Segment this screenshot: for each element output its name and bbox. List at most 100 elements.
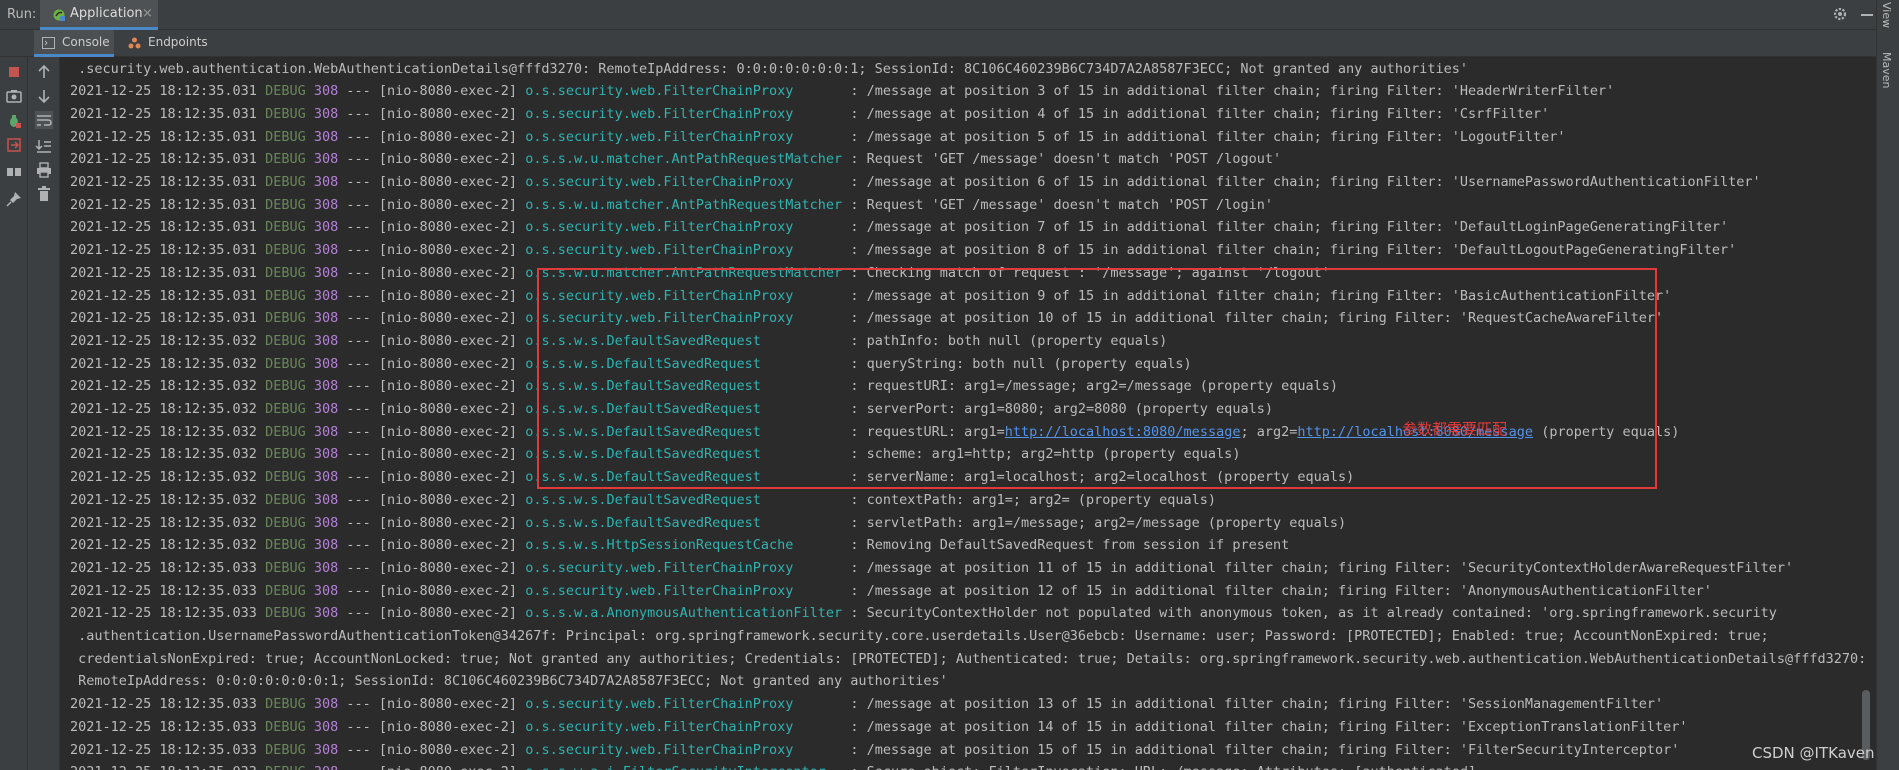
log-thread: [nio-8080-exec-2] <box>378 605 526 622</box>
log-thread: [nio-8080-exec-2] <box>378 196 526 213</box>
log-message: : /message at position 13 of 15 in addit… <box>850 696 1664 713</box>
log-timestamp: 2021-12-25 18:12:35.032 <box>70 355 266 372</box>
log-level: DEBUG <box>265 741 314 758</box>
log-pid: 308 <box>313 423 347 440</box>
log-message: : Removing DefaultSavedRequest from sess… <box>850 537 1290 554</box>
log-thread: [nio-8080-exec-2] <box>378 423 526 440</box>
minimize-icon[interactable] <box>1861 14 1873 16</box>
log-level: DEBUG <box>265 718 314 735</box>
log-thread: [nio-8080-exec-2] <box>378 401 526 417</box>
log-separator: --- <box>346 582 379 599</box>
log-line: 2021-12-25 18:12:35.031 DEBUG 308 --- [n… <box>70 171 1761 193</box>
log-separator: --- <box>346 128 379 145</box>
log-timestamp: 2021-12-25 18:12:35.031 <box>70 310 266 327</box>
log-line: 2021-12-25 18:12:35.032 DEBUG 308 --- [n… <box>70 489 1216 511</box>
log-level: DEBUG <box>265 310 314 327</box>
log-line: 2021-12-25 18:12:35.033 DEBUG 308 --- [n… <box>70 693 1663 715</box>
log-line: 2021-12-25 18:12:35.031 DEBUG 308 --- [n… <box>70 80 1614 102</box>
trash-icon[interactable] <box>35 185 53 203</box>
log-timestamp: 2021-12-25 18:12:35.032 <box>70 537 266 554</box>
log-level: DEBUG <box>265 469 314 486</box>
scroll-to-end-icon[interactable] <box>35 137 53 155</box>
log-pid: 308 <box>313 242 347 259</box>
log-message: : /message at position 5 of 15 in additi… <box>850 128 1566 145</box>
tab-application-label: Application <box>70 6 143 21</box>
gear-icon[interactable] <box>1832 6 1848 22</box>
log-level: DEBUG <box>265 83 314 100</box>
log-logger: o.s.s.w.s.DefaultSavedRequest <box>525 491 851 508</box>
log-thread: [nio-8080-exec-2] <box>378 696 526 713</box>
log-thread: [nio-8080-exec-2] <box>378 718 526 735</box>
log-timestamp: 2021-12-25 18:12:35.031 <box>70 196 266 213</box>
log-logger: o.s.security.web.FilterChainProxy <box>525 696 851 713</box>
log-level: DEBUG <box>265 764 314 770</box>
log-logger: o.s.security.web.FilterChainProxy <box>525 242 851 259</box>
log-pid: 308 <box>313 151 347 168</box>
log-line: 2021-12-25 18:12:35.032 DEBUG 308 --- [n… <box>70 512 1346 534</box>
log-message: : Request 'GET /message' doesn't match '… <box>850 196 1273 213</box>
log-message: : /message at position 12 of 15 in addit… <box>850 582 1712 599</box>
log-timestamp: 2021-12-25 18:12:35.032 <box>70 514 266 531</box>
log-level: DEBUG <box>265 401 314 417</box>
exit-icon[interactable] <box>5 136 23 154</box>
log-message: : SecurityContextHolder not populated wi… <box>850 605 1777 622</box>
soft-wrap-icon[interactable] <box>35 111 53 129</box>
log-separator: --- <box>346 514 379 531</box>
tab-console[interactable]: Console <box>34 30 114 57</box>
log-separator: --- <box>346 718 379 735</box>
log-pid: 308 <box>313 741 347 758</box>
log-timestamp: 2021-12-25 18:12:35.031 <box>70 128 266 145</box>
log-level: DEBUG <box>265 332 314 349</box>
log-message: : /message at position 6 of 15 in additi… <box>850 174 1761 190</box>
up-arrow-icon[interactable] <box>35 63 53 81</box>
print-icon[interactable] <box>35 161 53 179</box>
pin-icon[interactable] <box>5 190 23 208</box>
log-message: : servletPath: arg1=/message; arg2=/mess… <box>850 514 1347 531</box>
log-message: : /message at position 8 of 15 in additi… <box>850 242 1737 259</box>
log-timestamp: 2021-12-25 18:12:35.031 <box>70 151 266 168</box>
log-thread: [nio-8080-exec-2] <box>378 537 526 554</box>
log-separator: --- <box>346 537 379 554</box>
run-label: Run: <box>7 7 37 22</box>
run-toolwindow-header: Run: Application × <box>0 0 1899 30</box>
log-level: DEBUG <box>265 196 314 213</box>
log-pid: 308 <box>313 582 347 599</box>
layout-icon[interactable] <box>5 163 23 181</box>
stop-icon[interactable] <box>5 63 23 81</box>
log-thread: [nio-8080-exec-2] <box>378 559 526 576</box>
debug-icon[interactable] <box>5 112 23 130</box>
log-level: DEBUG <box>265 582 314 599</box>
screenshot-icon[interactable] <box>5 87 23 105</box>
log-thread: [nio-8080-exec-2] <box>378 151 526 168</box>
close-icon[interactable]: × <box>142 6 153 21</box>
log-continuation: .authentication.UsernamePasswordAuthenti… <box>70 628 1769 644</box>
log-logger: o.s.security.web.FilterChainProxy <box>525 582 851 599</box>
log-pid: 308 <box>313 128 347 145</box>
log-logger: o.s.s.w.s.HttpSessionRequestCache <box>525 537 851 554</box>
log-continuation: RemoteIpAddress: 0:0:0:0:0:0:0:1; Sessio… <box>70 673 948 690</box>
log-thread: [nio-8080-exec-2] <box>378 469 526 486</box>
down-arrow-icon[interactable] <box>35 87 53 105</box>
log-timestamp: 2021-12-25 18:12:35.031 <box>70 83 266 100</box>
log-level: DEBUG <box>265 355 314 372</box>
log-timestamp: 2021-12-25 18:12:35.031 <box>70 242 266 259</box>
log-timestamp: 2021-12-25 18:12:35.032 <box>70 446 266 463</box>
log-level: DEBUG <box>265 128 314 145</box>
log-message: : /message at position 11 of 15 in addit… <box>850 559 1794 576</box>
maven-side-tab[interactable]: Maven <box>1880 52 1893 88</box>
log-continuation: .security.web.authentication.WebAuthenti… <box>70 60 1468 77</box>
log-line: .authentication.UsernamePasswordAuthenti… <box>70 625 1769 647</box>
log-line: 2021-12-25 18:12:35.031 DEBUG 308 --- [n… <box>70 148 1281 170</box>
tab-endpoints[interactable]: Endpoints <box>120 30 208 57</box>
log-line: 2021-12-25 18:12:35.033 DEBUG 308 --- [n… <box>70 716 1687 738</box>
log-separator: --- <box>346 401 379 417</box>
log-pid: 308 <box>313 605 347 622</box>
log-line: 2021-12-25 18:12:35.031 DEBUG 308 --- [n… <box>70 194 1273 216</box>
log-separator: --- <box>346 469 379 486</box>
log-pid: 308 <box>313 559 347 576</box>
tab-application[interactable]: Application × <box>40 0 158 30</box>
view-side-tab[interactable]: View <box>1880 2 1893 28</box>
log-logger: o.s.security.web.FilterChainProxy <box>525 128 851 145</box>
log-level: DEBUG <box>265 491 314 508</box>
log-pid: 308 <box>313 174 347 190</box>
